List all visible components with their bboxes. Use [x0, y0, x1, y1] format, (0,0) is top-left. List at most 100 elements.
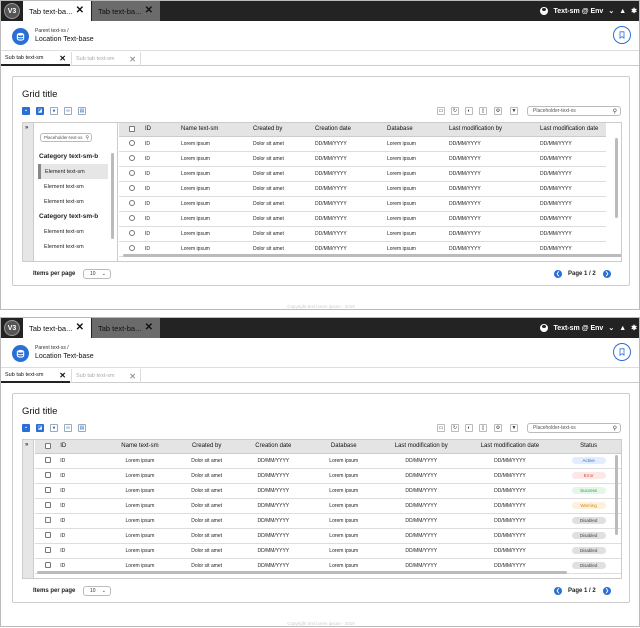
row-select[interactable] — [44, 513, 61, 529]
panel-toggle[interactable]: » — [23, 440, 34, 578]
radio-icon[interactable] — [129, 230, 135, 237]
next-page-button[interactable]: ❯ — [603, 270, 611, 278]
expand-icon[interactable]: » — [25, 442, 28, 448]
column-header[interactable]: Last modification date — [463, 440, 557, 454]
window-tab-active[interactable]: Tab text-ba... ✕ — [23, 1, 91, 21]
row-select[interactable] — [44, 528, 61, 544]
column-header[interactable]: Database — [387, 123, 449, 137]
document-icon[interactable]: ▯ — [479, 424, 487, 432]
column-header[interactable]: ID — [60, 440, 105, 454]
checkbox-icon[interactable] — [44, 517, 51, 524]
row-select[interactable] — [129, 211, 145, 227]
radio-icon[interactable] — [129, 200, 135, 207]
column-header[interactable]: ID — [145, 123, 181, 137]
bell-icon[interactable]: ▲ — [619, 325, 626, 332]
row-select[interactable] — [129, 136, 145, 152]
horizontal-scrollbar[interactable] — [37, 571, 567, 574]
columns-icon[interactable]: ⚙ — [494, 424, 502, 432]
table-row[interactable]: ID Lorem ipsum Dolor sit amet DD/MM/YYYY Lor… — [119, 181, 606, 197]
palette-icon[interactable]: ◐ — [465, 107, 473, 115]
select-all-button[interactable]: ◪ — [36, 107, 44, 115]
sub-tab-active[interactable]: Sub tab text-sm ✕ — [1, 52, 70, 66]
previous-page-button[interactable]: ❮ — [554, 270, 562, 278]
user-icon[interactable] — [540, 7, 549, 15]
window-tab-inactive[interactable]: Tab text-ba... ✕ — [92, 1, 160, 21]
checkbox-icon[interactable] — [44, 487, 51, 494]
table-row[interactable]: ID Lorem ipsum Dolor sit amet DD/MM/YYYY Lor… — [119, 136, 606, 152]
column-header[interactable]: Last modification date — [540, 123, 606, 137]
column-header[interactable]: Last modification by — [449, 123, 540, 137]
palette-icon[interactable]: ◐ — [465, 424, 473, 432]
table-row[interactable]: ID Lorem ipsum Dolor sit amet DD/MM/YYYY Lor… — [119, 196, 606, 212]
sub-tab-active[interactable]: Sub tab text-sm ✕ — [1, 369, 70, 383]
row-select[interactable] — [44, 468, 61, 484]
select-all-button[interactable]: ◪ — [36, 424, 44, 432]
gear-icon[interactable]: ✱ — [631, 324, 637, 332]
table-row[interactable]: ID Lorem ipsum Dolor sit amet DD/MM/YYYY Lor… — [119, 166, 606, 182]
panel-element[interactable]: Element text-sm — [38, 194, 108, 209]
table-row[interactable]: ID Lorem ipsum Dolor sit amet DD/MM/YYYY Lor… — [35, 543, 621, 559]
export-button[interactable]: ▤ — [78, 107, 86, 115]
table-row[interactable]: ID Lorem ipsum Dolor sit amet DD/MM/YYYY Lor… — [35, 513, 621, 529]
keyboard-icon[interactable]: ▭ — [437, 424, 445, 432]
table-row[interactable]: ID Lorem ipsum Dolor sit amet DD/MM/YYYY Lor… — [35, 468, 621, 484]
next-page-button[interactable]: ❯ — [603, 587, 611, 595]
panel-category[interactable]: Category text-sm-b — [38, 209, 108, 224]
panel-element[interactable]: Element text-sm — [38, 164, 108, 179]
export-button[interactable]: ▤ — [78, 424, 86, 432]
panel-toggle[interactable]: » — [23, 123, 34, 261]
refresh-icon[interactable]: ↻ — [451, 107, 459, 115]
radio-icon[interactable] — [129, 140, 135, 147]
row-select[interactable] — [129, 226, 145, 242]
breadcrumb[interactable]: Parent text-xs / — [35, 345, 69, 351]
checkbox-icon[interactable] — [129, 125, 135, 132]
checkbox-icon[interactable] — [44, 547, 51, 554]
column-header[interactable]: Created by — [175, 440, 238, 454]
items-per-page-select[interactable]: 10 ⌄ — [83, 586, 111, 596]
bookmark-button[interactable] — [613, 26, 631, 44]
keyboard-icon[interactable]: ▭ — [437, 107, 445, 115]
checkbox-icon[interactable] — [44, 562, 51, 569]
breadcrumb[interactable]: Parent text-xs / — [35, 28, 69, 34]
bell-icon[interactable]: ▲ — [619, 8, 626, 15]
close-icon[interactable]: ✕ — [59, 371, 66, 380]
row-select[interactable] — [44, 453, 61, 469]
column-header[interactable]: Name text-sm — [181, 123, 253, 137]
checkbox-icon[interactable] — [44, 502, 51, 509]
column-header[interactable]: Last modification by — [378, 440, 464, 454]
close-icon[interactable]: ✕ — [129, 372, 136, 381]
column-header[interactable]: Creation date — [238, 440, 309, 454]
grid-search-input[interactable]: Placeholder-text-xs ⚲ — [527, 423, 621, 433]
user-label[interactable]: Text-sm @ Env — [553, 325, 603, 332]
previous-page-button[interactable]: ❮ — [554, 587, 562, 595]
table-row[interactable]: ID Lorem ipsum Dolor sit amet DD/MM/YYYY Lor… — [35, 453, 621, 469]
row-select[interactable] — [129, 151, 145, 167]
row-select[interactable] — [44, 498, 61, 514]
column-header[interactable]: Creation date — [315, 123, 387, 137]
settings-button[interactable]: ● — [50, 107, 58, 115]
row-select[interactable] — [129, 196, 145, 212]
radio-icon[interactable] — [129, 185, 135, 192]
link-icon[interactable]: ∞ — [64, 424, 72, 432]
close-icon[interactable]: ✕ — [145, 322, 153, 333]
chevron-down-icon[interactable]: ⌄ — [608, 324, 614, 332]
refresh-icon[interactable]: ↻ — [451, 424, 459, 432]
radio-icon[interactable] — [129, 215, 135, 222]
delete-button[interactable]: ▪ — [22, 107, 30, 115]
delete-button[interactable]: ▪ — [22, 424, 30, 432]
vertical-scrollbar[interactable] — [615, 455, 618, 535]
gear-icon[interactable]: ✱ — [631, 7, 637, 15]
items-per-page-select[interactable]: 10 ⌄ — [83, 269, 111, 279]
grid-search-input[interactable]: Placeholder-text-xs ⚲ — [527, 106, 621, 116]
row-select[interactable] — [44, 483, 61, 499]
checkbox-icon[interactable] — [44, 532, 51, 539]
panel-category[interactable]: Category text-sm-b — [38, 149, 108, 164]
checkbox-icon[interactable] — [44, 472, 51, 479]
column-header[interactable]: Name text-sm — [104, 440, 176, 454]
horizontal-scrollbar[interactable] — [123, 254, 621, 257]
columns-icon[interactable]: ⚙ — [494, 107, 502, 115]
panel-scrollbar[interactable] — [111, 153, 114, 239]
user-label[interactable]: Text-sm @ Env — [553, 8, 603, 15]
panel-element[interactable]: Element text-sm — [38, 224, 108, 239]
column-header[interactable]: Created by — [253, 123, 315, 137]
